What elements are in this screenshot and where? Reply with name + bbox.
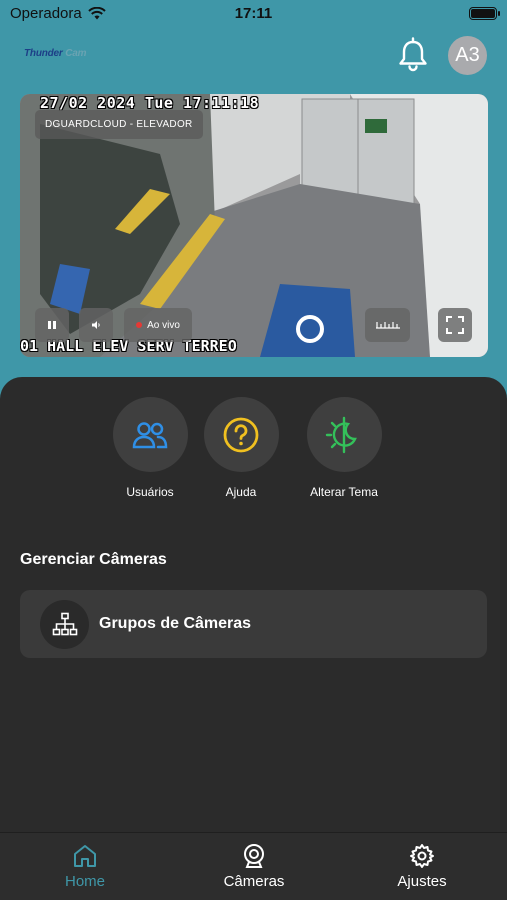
users-icon: [132, 421, 168, 448]
help-icon: [223, 417, 259, 452]
gear-icon: [410, 844, 434, 868]
camera-groups-label: Grupos de Câmeras: [99, 615, 252, 632]
avatar[interactable]: A3: [448, 36, 487, 75]
live-dot-icon: [136, 322, 143, 328]
notifications-button[interactable]: [394, 36, 432, 74]
pause-icon: [48, 321, 56, 329]
live-label: Ao vivo: [147, 319, 180, 331]
tab-cameras-label: Câmeras: [223, 873, 285, 890]
camera-groups-icon-wrap: [40, 599, 89, 649]
tab-home[interactable]: Home: [25, 843, 145, 890]
tab-settings-label: Ajustes: [397, 873, 447, 890]
theme-action-circle[interactable]: [306, 397, 382, 472]
logo-word-thunder: Thunder: [24, 48, 63, 59]
bell-icon: [399, 37, 427, 72]
timeline-icon: [375, 322, 400, 329]
manage-cameras-title: Gerenciar Câmeras: [20, 551, 167, 568]
clock: 17:11: [234, 5, 273, 22]
volume-button[interactable]: [79, 308, 113, 342]
help-action-circle[interactable]: [203, 397, 279, 472]
status-bar: Operadora 17:11: [0, 0, 507, 28]
camera-live-view[interactable]: 27/02 2024 Tue 17:11:18 01 HALL ELEV SER…: [20, 94, 488, 357]
fullscreen-button[interactable]: [438, 308, 472, 342]
battery-icon: [469, 7, 500, 20]
help-action-label: Ajuda: [225, 485, 257, 499]
webcam-icon: [244, 844, 264, 868]
camera-groups-button[interactable]: Grupos de Câmeras: [20, 590, 487, 658]
fullscreen-icon: [446, 316, 464, 334]
bottom-sheet: Usuários Ajuda Alterar Tema Gerenciar Câ…: [0, 377, 507, 832]
speaker-icon: [92, 321, 100, 329]
timeline-button[interactable]: [365, 308, 410, 342]
theme-action[interactable]: Alterar Tema: [284, 397, 404, 499]
tab-cameras[interactable]: Câmeras: [194, 843, 314, 890]
home-icon: [74, 845, 96, 867]
tab-home-label: Home: [64, 873, 105, 890]
help-action[interactable]: Ajuda: [181, 397, 301, 499]
camera-name-badge: DGUARDCLOUD - ELEVADOR: [35, 110, 203, 139]
live-indicator[interactable]: Ao vivo: [124, 308, 192, 342]
pause-button[interactable]: [35, 308, 69, 342]
app-logo: Thunder Cam: [24, 48, 86, 59]
users-action-circle[interactable]: [112, 397, 188, 472]
tab-settings[interactable]: Ajustes: [362, 843, 482, 890]
theme-icon: [325, 416, 357, 453]
hierarchy-icon: [52, 612, 77, 636]
logo-word-cam: Cam: [65, 48, 87, 59]
tab-bar: Home Câmeras Ajustes: [0, 832, 507, 900]
theme-action-label: Alterar Tema: [310, 485, 378, 499]
